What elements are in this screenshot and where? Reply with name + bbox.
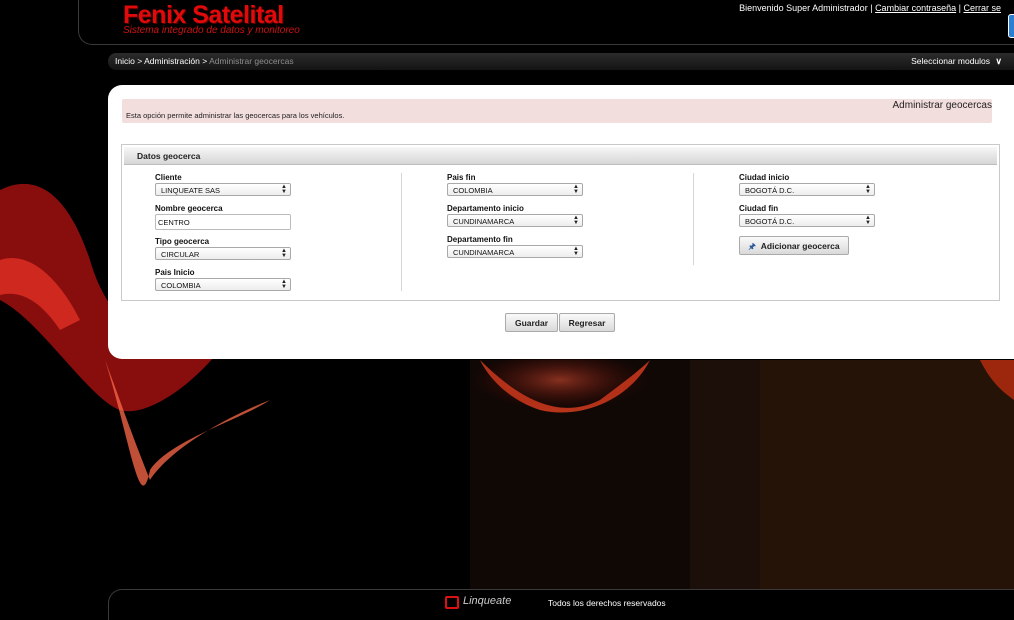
select-arrows-icon: ▲ ▼	[573, 184, 579, 195]
link-separator-2: |	[958, 3, 961, 13]
module-selector[interactable]: Seleccionar modulos ∨	[911, 56, 1002, 67]
select-arrows-icon: ▲ ▼	[573, 246, 579, 257]
depto-inicio-select[interactable]: CUNDINAMARCA ▲ ▼	[447, 214, 583, 227]
depto-inicio-value: CUNDINAMARCA	[453, 217, 515, 226]
section-header: Datos geocerca	[124, 147, 997, 165]
save-button[interactable]: Guardar	[505, 313, 558, 332]
pais-fin-label: Pais fin	[447, 173, 476, 182]
breadcrumb: Inicio > Administración > Administrar ge…	[115, 56, 294, 66]
linqueate-logo-icon	[445, 596, 459, 609]
tipo-label: Tipo geocerca	[155, 237, 210, 246]
ciudad-fin-label: Ciudad fin	[739, 204, 779, 213]
breadcrumb-current: Administrar geocercas	[209, 56, 294, 66]
logout-link[interactable]: Cerrar se	[963, 3, 1001, 13]
footer: Linqueate Todos los derechos reservados	[108, 589, 1014, 620]
ciudad-inicio-select[interactable]: BOGOTÁ D.C. ▲ ▼	[739, 183, 875, 196]
ciudad-inicio-label: Ciudad inicio	[739, 173, 790, 182]
depto-fin-select[interactable]: CUNDINAMARCA ▲ ▼	[447, 245, 583, 258]
back-label: Regresar	[568, 318, 606, 328]
select-arrows-icon: ▲ ▼	[865, 215, 871, 226]
page-title: Administrar geocercas	[892, 100, 992, 111]
breadcrumb-separator-2: >	[202, 56, 208, 66]
user-links: Bienvenido Super Administrador | Cambiar…	[739, 3, 1001, 13]
select-arrows-icon: ▲ ▼	[281, 279, 287, 290]
column-divider-2	[693, 173, 694, 265]
add-geofence-label: Adicionar geocerca	[760, 241, 840, 251]
select-arrows-icon: ▲ ▼	[865, 184, 871, 195]
add-geofence-button[interactable]: 🖈 Adicionar geocerca	[739, 236, 849, 255]
select-arrows-icon: ▲ ▼	[281, 184, 287, 195]
top-header: Fenix Satelital Sistema integrado de dat…	[78, 0, 1014, 45]
nombre-value: CENTRO	[158, 218, 190, 227]
page-description: Esta opción permite administrar las geoc…	[126, 111, 345, 120]
pin-icon: 🖈	[748, 242, 756, 251]
cliente-value: LINQUEATE SAS	[161, 186, 221, 195]
breadcrumb-separator: >	[137, 56, 143, 66]
pais-inicio-value: COLOMBIA	[161, 281, 201, 290]
pais-inicio-select[interactable]: COLOMBIA ▲ ▼	[155, 278, 291, 291]
cliente-label: Cliente	[155, 173, 182, 182]
back-button[interactable]: Regresar	[559, 313, 615, 332]
side-tab-icon[interactable]	[1008, 14, 1014, 38]
ciudad-fin-select[interactable]: BOGOTÁ D.C. ▲ ▼	[739, 214, 875, 227]
info-banner: Administrar geocercas Esta opción permit…	[122, 99, 992, 123]
welcome-text: Bienvenido Super Administrador	[739, 3, 868, 13]
select-arrows-icon: ▲ ▼	[573, 215, 579, 226]
geofence-form-box: Datos geocerca Cliente LINQUEATE SAS ▲ ▼ …	[121, 144, 1000, 301]
breadcrumb-admin[interactable]: Administración	[144, 56, 200, 66]
change-password-link[interactable]: Cambiar contraseña	[875, 3, 956, 13]
breadcrumb-bar: Inicio > Administración > Administrar ge…	[108, 53, 1014, 70]
select-arrows-icon: ▲ ▼	[281, 248, 287, 259]
column-divider	[401, 173, 402, 291]
ciudad-fin-value: BOGOTÁ D.C.	[745, 217, 795, 226]
nombre-input[interactable]: CENTRO	[155, 214, 291, 230]
footer-rights: Todos los derechos reservados	[548, 598, 666, 608]
footer-logo-text: Linqueate	[463, 595, 512, 607]
brand-subtitle: Sistema integrado de datos y monitoreo	[123, 25, 300, 36]
cliente-select[interactable]: LINQUEATE SAS ▲ ▼	[155, 183, 291, 196]
breadcrumb-home[interactable]: Inicio	[115, 56, 135, 66]
main-panel: Administrar geocercas Esta opción permit…	[108, 85, 1014, 359]
link-separator: |	[870, 3, 873, 13]
nombre-label: Nombre geocerca	[155, 204, 223, 213]
save-label: Guardar	[514, 318, 549, 328]
depto-fin-label: Departamento fin	[447, 235, 513, 244]
tipo-value: CIRCULAR	[161, 250, 200, 259]
ciudad-inicio-value: BOGOTÁ D.C.	[745, 186, 795, 195]
module-selector-label: Seleccionar modulos	[911, 56, 991, 66]
depto-inicio-label: Departamento inicio	[447, 204, 524, 213]
section-title: Datos geocerca	[137, 151, 201, 161]
pais-fin-value: COLOMBIA	[453, 186, 493, 195]
tipo-select[interactable]: CIRCULAR ▲ ▼	[155, 247, 291, 260]
pais-fin-select[interactable]: COLOMBIA ▲ ▼	[447, 183, 583, 196]
depto-fin-value: CUNDINAMARCA	[453, 248, 515, 257]
pais-inicio-label: Pais Inicio	[155, 268, 195, 277]
chevron-down-icon: ∨	[995, 56, 1002, 66]
